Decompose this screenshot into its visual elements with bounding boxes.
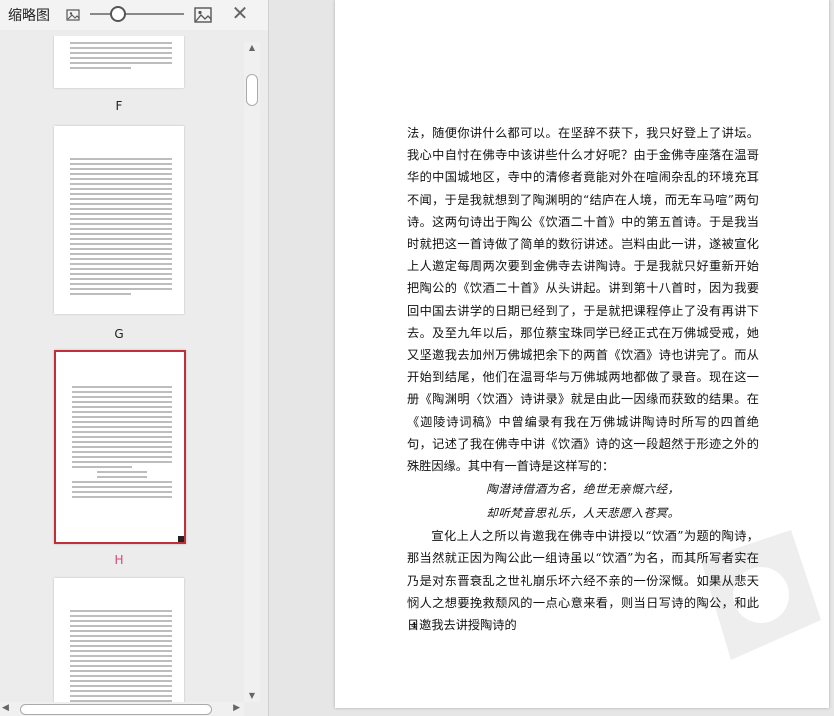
horizontal-scroll-thumb[interactable]: [20, 704, 212, 715]
scroll-up-arrow-icon[interactable]: ▲: [244, 42, 260, 54]
vertical-scroll-thumb[interactable]: [246, 74, 258, 106]
close-thumbnail-panel-button[interactable]: ✕: [230, 3, 250, 23]
scroll-right-arrow-icon[interactable]: ▶: [233, 703, 240, 713]
page-thumbnail-h[interactable]: [54, 350, 186, 544]
scroll-left-arrow-icon[interactable]: ◀: [2, 703, 9, 713]
document-page: 法，随便你讲什么都可以。在坚辞不获下，我只好登上了讲坛。我心中自忖在佛寺中该讲些…: [335, 0, 829, 708]
page-text-body: 法，随便你讲什么都可以。在坚辞不获下，我只好登上了讲坛。我心中自忖在佛寺中该讲些…: [407, 122, 759, 636]
scroll-down-arrow-icon[interactable]: ▼: [244, 690, 260, 702]
thumbnail-list[interactable]: F G H: [0, 36, 244, 702]
page-thumbnail-next[interactable]: [54, 578, 184, 702]
thumbnail-horizontal-scrollbar[interactable]: ◀ ▶: [0, 702, 244, 716]
thumbnail-label-g: G: [114, 327, 124, 341]
page-thumbnail-f[interactable]: [54, 36, 184, 88]
thumbnail-panel-title: 缩略图: [8, 8, 50, 24]
poem-line: 却听梵音思礼乐，人天悲愿入苍冥。: [486, 506, 680, 521]
document-viewer[interactable]: 法，随便你讲什么都可以。在坚辞不获下，我只好登上了讲坛。我心中自忖在佛寺中该讲些…: [269, 0, 834, 716]
zoom-out-image-icon[interactable]: [63, 5, 83, 25]
thumbnail-label-f: F: [115, 99, 123, 113]
page-thumbnail-g[interactable]: [54, 126, 184, 314]
zoom-in-image-icon[interactable]: [193, 5, 213, 25]
poem-line: 陶潜诗借酒为名，绝世无亲慨六经，: [486, 482, 680, 497]
thumbnail-vertical-scrollbar[interactable]: ▲ ▼: [244, 42, 260, 702]
zoom-slider-track[interactable]: [90, 13, 184, 15]
thumbnail-corner-marker: [178, 536, 184, 542]
page-number: 4: [411, 620, 417, 630]
thumbnail-label-h: H: [114, 553, 124, 567]
thumbnail-panel-header: 缩略图: [0, 0, 268, 30]
zoom-slider-handle[interactable]: [110, 6, 126, 22]
body-paragraph: 宣化上人之所以肯邀我在佛寺中讲授以“饮酒”为题的陶诗，那当然就正因为陶公此一组诗…: [407, 529, 759, 633]
small-image-icon: [66, 9, 80, 21]
body-paragraph: 法，随便你讲什么都可以。在坚辞不获下，我只好登上了讲坛。我心中自忖在佛寺中该讲些…: [407, 126, 759, 474]
thumbnail-panel: 缩略图 ✕ F G H ▲ ▼ ◀ ▶: [0, 0, 269, 716]
large-image-icon: [194, 7, 212, 23]
